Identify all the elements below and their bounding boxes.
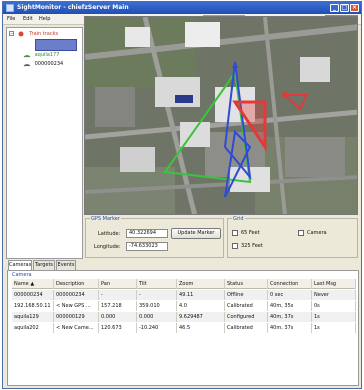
cell-status: Offline [225, 290, 268, 300]
cell-connection: 40m, 35s [268, 301, 312, 311]
cell-zoom: 46.5 [177, 323, 225, 333]
tab-events[interactable]: Events [56, 260, 76, 270]
longitude-label: Longitude: [94, 244, 121, 250]
map-image [85, 17, 357, 214]
cell-tilt: 359.010 [137, 301, 177, 311]
site-tree: − Train tracks aquila177 000000234 [6, 27, 83, 259]
update-marker-button[interactable]: Update Marker [171, 228, 221, 239]
cell-pan: 120.673 [99, 323, 137, 333]
gps-panel-title: GPS Marker [90, 216, 121, 222]
maximize-icon[interactable]: □ [340, 4, 349, 12]
cell-pan: 0.000 [99, 312, 137, 322]
tree-item-000000234[interactable]: 000000234 [23, 60, 63, 68]
gps-marker-panel: GPS Marker Latitude: 40.322694 Longitude… [85, 216, 224, 258]
cell-zoom: 49.11 [177, 290, 225, 300]
cell-status: Calibrated [225, 323, 268, 333]
tree-item-label: aquila177 [34, 52, 60, 58]
column-header-description[interactable]: Description [54, 279, 99, 289]
latitude-field[interactable]: 40.322694 [126, 229, 168, 238]
title-bar: SightMonitor - chiefzServer Main _ □ × [3, 2, 361, 14]
cell-zoom: 9.629487 [177, 312, 225, 322]
grid-panel-title: Grid [232, 216, 245, 222]
column-header-status[interactable]: Status [225, 279, 268, 289]
collapse-icon[interactable]: − [9, 31, 14, 36]
cell-zoom: 4.0 [177, 301, 225, 311]
column-header-last-msg[interactable]: Last Msg [312, 279, 356, 289]
grid-panel: Grid 65 Feet 325 Feet Camera [227, 216, 358, 258]
cell-tilt: -10.240 [137, 323, 177, 333]
cell-tilt: - [137, 290, 177, 300]
group-icon [18, 31, 24, 36]
cell-last-msg: 0s [312, 301, 356, 311]
camera-checkbox[interactable] [298, 230, 304, 236]
table-row[interactable]: 000000234 000000234 - - 49.11 Offline 0 … [12, 290, 356, 300]
camera-group-title: Camera [12, 272, 32, 278]
table-row[interactable]: 192.168.50.11 < New GPS ... 157.218 359.… [12, 301, 356, 311]
menu-help[interactable]: Help [39, 16, 50, 22]
camera-label: Camera [307, 230, 327, 236]
column-header-zoom[interactable]: Zoom [177, 279, 225, 289]
menu-edit[interactable]: Edit [23, 16, 33, 22]
camera-icon [23, 63, 31, 66]
cell-connection: 40m, 37s [268, 323, 312, 333]
column-header-name[interactable]: Name ▲ [12, 279, 54, 289]
column-header-tilt[interactable]: Tilt [137, 279, 177, 289]
65-feet-label: 65 Feet [241, 230, 260, 236]
longitude-field[interactable]: -74.633023 [126, 242, 168, 251]
cell-description: < New GPS ... [54, 301, 99, 311]
cell-last-msg: 1s [312, 323, 356, 333]
satellite-map[interactable] [84, 16, 358, 215]
table-header: Name ▲ Description Pan Tilt Zoom Status … [12, 279, 356, 289]
cell-description: 000000129 [54, 312, 99, 322]
325-feet-label: 325 Feet [241, 243, 263, 249]
cell-status: Calibrated [225, 301, 268, 311]
tree-item-label: 000000234 [34, 61, 64, 67]
column-header-pan[interactable]: Pan [99, 279, 137, 289]
column-header-connection[interactable]: Connection [268, 279, 312, 289]
cell-name: 000000234 [12, 290, 54, 300]
cell-name: aquila129 [12, 312, 54, 322]
cell-description: 000000234 [54, 290, 99, 300]
tab-targets[interactable]: Targets [33, 260, 55, 270]
cell-connection: 0 sec [268, 290, 312, 300]
tree-root[interactable]: − Train tracks [9, 30, 58, 38]
latitude-label: Latitude: [98, 231, 121, 237]
65-feet-checkbox[interactable] [232, 230, 238, 236]
tree-root-label: Train tracks [29, 31, 59, 37]
app-icon [6, 4, 14, 12]
cell-connection: 40m, 37s [268, 312, 312, 322]
325-feet-checkbox[interactable] [232, 243, 238, 249]
cell-pan: 157.218 [99, 301, 137, 311]
tree-item-aquila177[interactable]: aquila177 [23, 51, 59, 59]
cell-status: Configured [225, 312, 268, 322]
camera-icon [23, 54, 31, 57]
cell-pan: - [99, 290, 137, 300]
cell-tilt: 0.000 [137, 312, 177, 322]
menu-file[interactable]: File [7, 16, 15, 22]
cell-name: aquila202 [12, 323, 54, 333]
main-window: SightMonitor - chiefzServer Main _ □ × F… [2, 1, 362, 389]
cell-last-msg: Never [312, 290, 356, 300]
window-title: SightMonitor - chiefzServer Main [17, 4, 129, 11]
tree-selected-item[interactable] [35, 39, 77, 51]
cell-description: < New Came... [54, 323, 99, 333]
close-icon[interactable]: × [350, 4, 359, 12]
cameras-tab-panel: Camera Name ▲ Description Pan Tilt Zoom … [7, 270, 359, 386]
minimize-icon[interactable]: _ [330, 4, 339, 12]
table-row[interactable]: aquila202 < New Came... 120.673 -10.240 … [12, 323, 356, 333]
cell-last-msg: 1s [312, 312, 356, 322]
table-row[interactable]: aquila129 000000129 0.000 0.000 9.629487… [12, 312, 356, 322]
cell-name: 192.168.50.11 [12, 301, 54, 311]
